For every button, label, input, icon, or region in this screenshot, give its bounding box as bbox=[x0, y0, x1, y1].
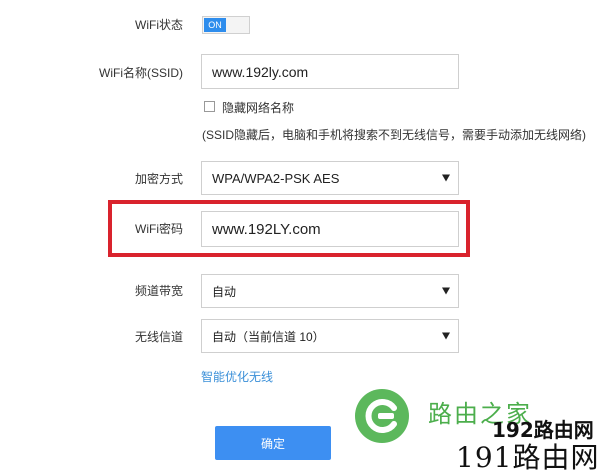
toggle-on-text: ON bbox=[204, 18, 226, 32]
hide-ssid-label: 隐藏网络名称 bbox=[222, 101, 295, 115]
encryption-select[interactable]: WPA/WPA2-PSK AES bbox=[201, 161, 459, 195]
hide-ssid-hint: (SSID隐藏后，电脑和手机将搜索不到无线信号，需要手动添加无线网络) bbox=[202, 128, 587, 142]
submit-button[interactable]: 确定 bbox=[215, 426, 331, 460]
password-label: WiFi密码 bbox=[135, 222, 183, 236]
bandwidth-label: 频道带宽 bbox=[134, 284, 183, 298]
ssid-input[interactable]: www.192ly.com bbox=[201, 54, 459, 89]
password-input[interactable]: www.192LY.com bbox=[201, 211, 459, 247]
hide-ssid-checkbox[interactable] bbox=[204, 101, 215, 112]
channel-label: 无线信道 bbox=[134, 330, 183, 344]
watermark-191: 191路由网 bbox=[456, 441, 600, 474]
chevron-down-icon bbox=[442, 332, 450, 340]
ssid-value: www.192ly.com bbox=[212, 63, 309, 80]
chevron-down-icon bbox=[442, 174, 450, 182]
channel-value: 自动（当前信道 10） bbox=[212, 329, 325, 344]
chevron-down-icon bbox=[442, 287, 450, 295]
bandwidth-select[interactable]: 自动 bbox=[201, 274, 459, 308]
encryption-label: 加密方式 bbox=[134, 172, 183, 186]
channel-select[interactable]: 自动（当前信道 10） bbox=[201, 319, 459, 353]
ssid-label: WiFi名称(SSID) bbox=[99, 66, 183, 80]
wifi-status-toggle[interactable]: ON bbox=[202, 16, 250, 34]
bandwidth-value: 自动 bbox=[212, 284, 237, 299]
watermark-logo-icon bbox=[354, 388, 410, 444]
optimize-wireless-link[interactable]: 智能优化无线 bbox=[201, 368, 273, 385]
password-value: www.192LY.com bbox=[212, 220, 321, 238]
encryption-value: WPA/WPA2-PSK AES bbox=[212, 170, 340, 186]
wifi-status-label: WiFi状态 bbox=[135, 18, 183, 32]
